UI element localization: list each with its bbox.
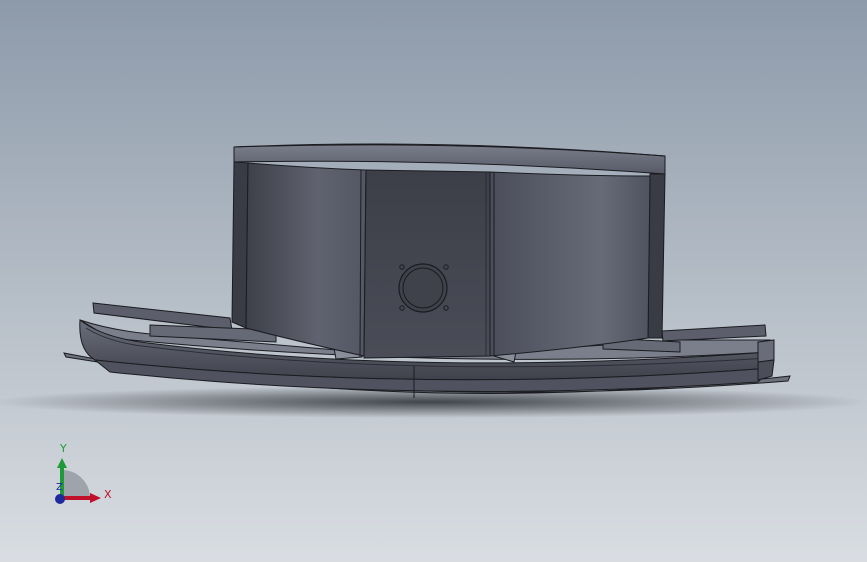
model-canvas[interactable] — [0, 0, 867, 562]
right-post — [647, 173, 666, 339]
left-post — [231, 161, 249, 329]
x-axis-label: X — [104, 488, 112, 501]
z-axis-label: Z — [56, 482, 63, 493]
right-wall — [489, 171, 651, 357]
drum-housing[interactable] — [231, 143, 666, 359]
z-axis-icon — [55, 494, 65, 504]
left-wall — [245, 162, 367, 357]
3d-viewport[interactable]: Y X Z — [0, 0, 867, 562]
y-axis-label: Y — [60, 442, 67, 455]
mounting-hole-icon — [398, 263, 448, 313]
